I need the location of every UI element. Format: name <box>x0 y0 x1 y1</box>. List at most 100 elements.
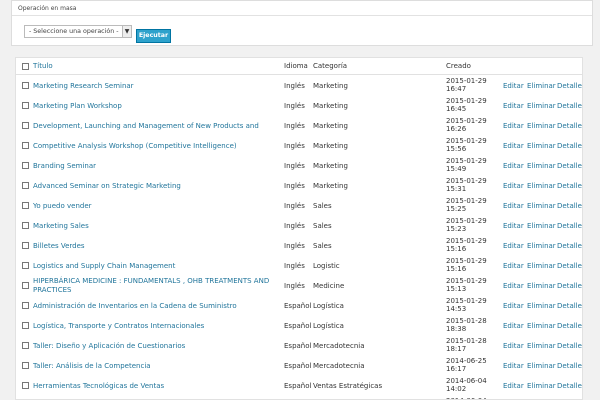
delete-link[interactable]: Eliminar <box>527 236 556 256</box>
table-header: Título Idioma Categoría Creado <box>16 58 582 75</box>
delete-link[interactable]: Eliminar <box>527 116 556 136</box>
edit-link[interactable]: Editar <box>503 376 524 396</box>
delete-link[interactable]: Eliminar <box>527 76 556 96</box>
edit-link[interactable]: Editar <box>503 316 524 336</box>
delete-link[interactable]: Eliminar <box>527 216 556 236</box>
detail-link[interactable]: Detalle <box>557 236 582 256</box>
edit-link[interactable]: Editar <box>503 136 524 156</box>
detail-link[interactable]: Detalle <box>557 396 582 399</box>
row-title-line2: PRACTICES <box>33 286 72 294</box>
row-checkbox[interactable] <box>22 322 29 329</box>
edit-link[interactable]: Editar <box>503 236 524 256</box>
row-checkbox[interactable] <box>22 142 29 149</box>
execute-button[interactable]: Ejecutar <box>136 29 171 43</box>
row-checkbox[interactable] <box>22 362 29 369</box>
detail-link[interactable]: Detalle <box>557 156 582 176</box>
row-title-link[interactable]: Competitive Analysis Workshop (Competiti… <box>33 136 283 156</box>
row-title-link[interactable]: Marketing Sales <box>33 216 283 236</box>
row-title-link[interactable]: Development, Launching and Management of… <box>33 116 283 150</box>
row-created-time: 15:56 <box>446 145 467 153</box>
delete-link[interactable]: Eliminar <box>527 336 556 356</box>
edit-link[interactable]: Editar <box>503 356 524 376</box>
row-title-link[interactable]: Branding Seminar <box>33 156 283 176</box>
row-created-time: 15:49 <box>446 165 467 173</box>
row-title-link[interactable]: Taller: Diseño y Aplicación de Cuestiona… <box>33 336 283 356</box>
row-checkbox[interactable] <box>22 262 29 269</box>
column-header-title[interactable]: Título <box>33 58 53 78</box>
delete-link[interactable]: Eliminar <box>527 356 556 376</box>
edit-link[interactable]: Editar <box>503 156 524 176</box>
row-title-link[interactable]: Logistics and Supply Chain Management <box>33 256 283 276</box>
row-title-link[interactable]: Marketing Plan Workshop <box>33 96 283 116</box>
chevron-down-icon[interactable]: ▼ <box>122 26 131 37</box>
row-created-time: 16:45 <box>446 105 467 113</box>
detail-link[interactable]: Detalle <box>557 76 582 96</box>
row-checkbox[interactable] <box>22 222 29 229</box>
bulk-operation-select[interactable]: - Seleccione una operación - ▼ <box>24 25 132 38</box>
edit-link[interactable]: Editar <box>503 276 524 296</box>
delete-link[interactable]: Eliminar <box>527 176 556 196</box>
table-row: Billetes Verdes Inglés Sales 2015-01-29 15:1… <box>16 236 582 257</box>
detail-link[interactable]: Detalle <box>557 216 582 236</box>
row-title-link[interactable]: Taller: Análisis de la Competencia <box>33 356 283 376</box>
edit-link[interactable]: Editar <box>503 176 524 196</box>
delete-link[interactable]: Eliminar <box>527 96 556 116</box>
detail-link[interactable]: Detalle <box>557 256 582 276</box>
row-created: 2015-01-29 14:53 <box>446 296 502 317</box>
edit-link[interactable]: Editar <box>503 116 524 136</box>
row-language: Inglés <box>284 162 305 170</box>
delete-link[interactable]: Eliminar <box>527 296 556 316</box>
row-title-link[interactable]: Billetes Verdes <box>33 396 283 399</box>
row-title: Billetes Verdes <box>33 242 85 250</box>
row-title-link[interactable]: HIPERBÁRICA MEDICINE : FUNDAMENTALS , OH… <box>33 276 283 297</box>
row-checkbox[interactable] <box>22 202 29 209</box>
row-checkbox[interactable] <box>22 182 29 189</box>
row-title-link[interactable]: Billetes Verdes <box>33 236 283 256</box>
detail-link[interactable]: Detalle <box>557 116 582 136</box>
row-checkbox[interactable] <box>22 162 29 169</box>
detail-link[interactable]: Detalle <box>557 296 582 316</box>
row-checkbox[interactable] <box>22 302 29 309</box>
row-title-link[interactable]: Yo puedo vender <box>33 196 283 216</box>
edit-link[interactable]: Editar <box>503 76 524 96</box>
edit-link[interactable]: Editar <box>503 96 524 116</box>
row-title-link[interactable]: Marketing Research Seminar <box>33 76 283 96</box>
row-checkbox[interactable] <box>22 82 29 89</box>
row-created-date: 2015-01-28 <box>446 337 487 345</box>
row-checkbox[interactable] <box>22 382 29 389</box>
row-language: Inglés <box>284 122 305 130</box>
edit-link[interactable]: Editar <box>503 296 524 316</box>
edit-link[interactable]: Editar <box>503 256 524 276</box>
delete-link[interactable]: Eliminar <box>527 316 556 336</box>
row-checkbox[interactable] <box>22 342 29 349</box>
delete-link[interactable]: Eliminar <box>527 276 556 296</box>
detail-link[interactable]: Detalle <box>557 176 582 196</box>
detail-link[interactable]: Detalle <box>557 196 582 216</box>
detail-link[interactable]: Detalle <box>557 376 582 396</box>
row-checkbox[interactable] <box>22 102 29 109</box>
detail-link[interactable]: Detalle <box>557 316 582 336</box>
detail-link[interactable]: Detalle <box>557 276 582 296</box>
delete-link[interactable]: Eliminar <box>527 136 556 156</box>
select-all-checkbox[interactable] <box>22 63 29 70</box>
row-checkbox[interactable] <box>22 242 29 249</box>
edit-link[interactable]: Editar <box>503 216 524 236</box>
edit-link[interactable]: Editar <box>503 396 524 399</box>
row-title-link[interactable]: Administración de Inventarios en la Cade… <box>33 296 283 316</box>
delete-link[interactable]: Eliminar <box>527 376 556 396</box>
detail-link[interactable]: Detalle <box>557 136 582 156</box>
row-checkbox[interactable] <box>22 282 29 289</box>
detail-link[interactable]: Detalle <box>557 96 582 116</box>
edit-link[interactable]: Editar <box>503 196 524 216</box>
delete-link[interactable]: Eliminar <box>527 396 556 399</box>
edit-link[interactable]: Editar <box>503 336 524 356</box>
delete-link[interactable]: Eliminar <box>527 256 556 276</box>
row-checkbox[interactable] <box>22 122 29 129</box>
row-title-link[interactable]: Advanced Seminar on Strategic Marketing <box>33 176 283 196</box>
delete-link[interactable]: Eliminar <box>527 156 556 176</box>
delete-link[interactable]: Eliminar <box>527 196 556 216</box>
row-title-link[interactable]: Logística, Transporte y Contratos Intern… <box>33 316 283 336</box>
detail-link[interactable]: Detalle <box>557 356 582 376</box>
row-title-link[interactable]: Herramientas Tecnológicas de Ventas <box>33 376 283 396</box>
detail-link[interactable]: Detalle <box>557 336 582 356</box>
